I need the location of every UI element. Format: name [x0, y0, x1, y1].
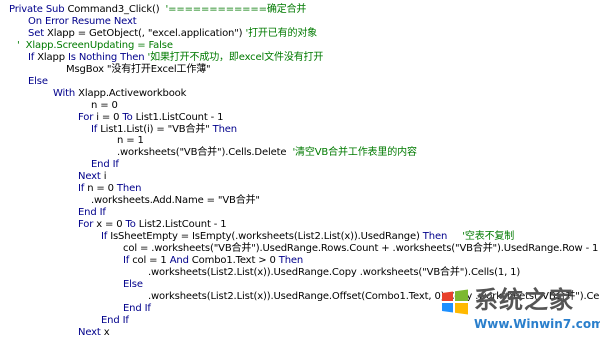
code-line[interactable]: Else: [123, 278, 143, 291]
code-keyword: On Error Resume Next: [28, 15, 137, 27]
code-text: .worksheets.Add.Name = "VB合并": [91, 195, 260, 207]
code-line[interactable]: MsgBox "没有打开Excel工作薄": [66, 63, 211, 76]
code-comment: ' Xlapp.ScreenUpdating = False: [17, 39, 173, 51]
code-text: IsSheetEmpty = IsEmpty(.worksheets(List2…: [110, 231, 423, 243]
windows-logo-icon: [442, 289, 468, 315]
code-keyword: To: [125, 219, 139, 231]
code-text: n = 1: [117, 135, 144, 147]
code-line[interactable]: .worksheets(List2.List(x)).UsedRange.Cop…: [148, 266, 520, 279]
code-keyword: If: [28, 51, 38, 63]
code-keyword: End If: [91, 159, 119, 171]
code-keyword: If: [78, 183, 88, 195]
code-keyword: Set: [28, 27, 47, 39]
code-keyword: Then: [422, 231, 448, 243]
code-line[interactable]: If List1.List(i) = "VB合并" Then: [91, 123, 237, 136]
code-keyword: And: [169, 254, 192, 266]
code-text: .worksheets("VB合并").Cells.Delete: [117, 147, 293, 159]
watermark-url-text: Www.Winwin7.com: [474, 317, 600, 331]
code-text: MsgBox "没有打开Excel工作薄": [66, 63, 211, 75]
code-keyword: With: [53, 87, 79, 99]
code-keyword: Next: [78, 326, 104, 337]
code-keyword: End If: [123, 302, 151, 314]
code-keyword: For: [78, 111, 97, 123]
code-text: Combo1.Text > 0: [191, 254, 279, 266]
code-text: n = 0: [91, 99, 118, 111]
code-text: i: [103, 171, 107, 183]
code-text: Xlapp: [37, 51, 68, 63]
code-line[interactable]: .worksheets.Add.Name = "VB合并": [91, 194, 260, 207]
code-keyword: Then: [212, 123, 237, 135]
code-text: n = 0: [87, 183, 117, 195]
code-line[interactable]: Next x: [78, 326, 110, 337]
code-text: Xlapp = GetObject(, "excel.application"): [47, 27, 243, 39]
code-comment: '如果打开不成功，即excel文件没有打开: [144, 51, 324, 63]
code-line[interactable]: Else: [28, 75, 48, 88]
code-keyword: Is Nothing Then: [67, 51, 145, 63]
code-text: List1.List(i) = "VB合并": [100, 123, 213, 135]
code-text: List2.ListCount - 1: [138, 219, 227, 231]
code-text: x = 0: [96, 219, 126, 231]
code-keyword: Else: [28, 75, 48, 87]
code-keyword: Next: [78, 171, 104, 183]
code-text: col = 1: [132, 254, 170, 266]
code-keyword: End If: [101, 314, 129, 326]
code-keyword: Private Sub: [9, 4, 68, 15]
code-text: List1.ListCount - 1: [135, 111, 224, 123]
code-keyword: For: [78, 219, 97, 231]
code-keyword: If: [101, 231, 111, 243]
code-text: Xlapp.Activeworkbook: [78, 87, 187, 99]
code-keyword: If: [123, 254, 133, 266]
code-text: i = 0: [96, 111, 123, 123]
code-keyword: Then: [278, 254, 304, 266]
code-text: Command3_Click(): [67, 4, 160, 15]
code-text: x: [103, 326, 110, 337]
code-keyword: Then: [116, 183, 142, 195]
code-keyword: End If: [78, 207, 106, 219]
code-text: .worksheets(List2.List(x)).UsedRange.Cop…: [148, 266, 521, 278]
watermark: 系统之家 Www.Winwin7.com: [430, 283, 600, 337]
code-line[interactable]: .worksheets("VB合并").Cells.Delete '清空VB合并…: [117, 146, 417, 159]
code-comment: '清空VB合并工作表里的内容: [292, 147, 417, 159]
code-comment: '============确定合并: [159, 4, 307, 15]
watermark-chinese-text: 系统之家: [474, 286, 574, 314]
code-keyword: To: [122, 111, 136, 123]
code-line[interactable]: With Xlapp.Activeworkbook: [53, 87, 186, 100]
code-keyword: Else: [123, 278, 143, 290]
code-comment: '空表不复制: [447, 231, 515, 243]
code-comment: '打开已有的对象: [242, 27, 318, 39]
code-text: col = .worksheets("VB合并").UsedRange.Rows…: [123, 243, 599, 254]
code-keyword: If: [91, 123, 101, 135]
